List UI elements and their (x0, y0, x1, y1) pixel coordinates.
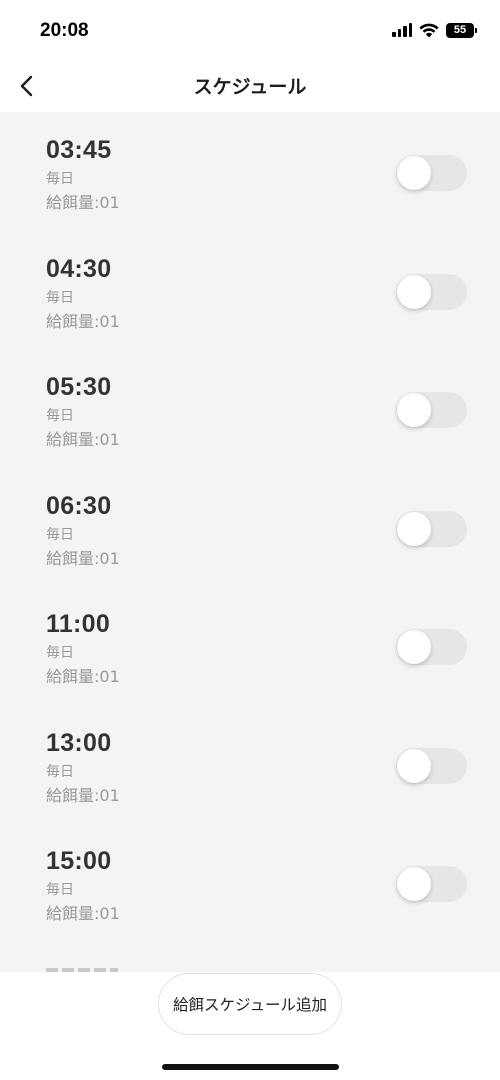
schedule-amount: 給餌量:01 (46, 311, 120, 331)
schedule-amount: 給餌量:01 (46, 193, 120, 212)
toggle-knob (397, 748, 431, 783)
signal-icon (392, 23, 412, 37)
schedule-amount: 給餌量:01 (46, 785, 120, 805)
schedule-toggle[interactable] (396, 392, 467, 428)
page-title: スケジュール (193, 76, 307, 98)
battery-level: 55 (453, 24, 467, 36)
schedule-repeat: 毎日 (46, 289, 74, 306)
schedule-amount: 給餌量:01 (46, 430, 120, 449)
toggle-knob (397, 511, 431, 546)
schedule-toggle[interactable] (396, 273, 467, 310)
schedule-amount: 給餌量:01 (46, 904, 120, 923)
schedule-repeat: 毎日 (46, 645, 74, 661)
schedule-toggle[interactable] (396, 629, 467, 665)
schedule-toggle[interactable] (396, 747, 467, 784)
schedule-time: 06:30 (46, 491, 112, 520)
schedule-repeat: 毎日 (46, 763, 74, 780)
schedule-toggle[interactable] (396, 866, 467, 902)
toggle-knob (397, 156, 431, 190)
home-indicator[interactable] (162, 1064, 339, 1070)
add-schedule-button[interactable]: 給餌スケジュール追加 (158, 973, 342, 1035)
status-icons: 55 (392, 22, 477, 38)
schedule-toggle[interactable] (396, 155, 467, 191)
nav-bar: スケジュール (0, 60, 500, 112)
schedule-item[interactable]: 13:00 毎日 給餌量:01 (0, 705, 500, 824)
toggle-knob (397, 630, 431, 664)
schedule-time: 03:45 (46, 136, 112, 164)
bottom-bar: 給餌スケジュール追加 (0, 972, 500, 1080)
wifi-icon (419, 23, 439, 38)
schedule-toggle[interactable] (396, 510, 467, 547)
toggle-knob (397, 867, 431, 901)
schedule-item[interactable]: 11:00 毎日 給餌量:01 (0, 586, 500, 705)
schedule-item[interactable]: 03:45 毎日 給餌量:01 (0, 112, 500, 231)
schedule-repeat: 毎日 (46, 408, 74, 424)
schedule-time: 15:00 (46, 847, 112, 875)
schedule-item[interactable]: 06:30 毎日 給餌量:01 (0, 468, 500, 587)
schedule-item[interactable]: 04:30 毎日 給餌量:01 (0, 231, 500, 350)
schedule-amount: 給餌量:01 (46, 667, 120, 686)
schedule-repeat: 毎日 (46, 526, 74, 543)
status-bar: 20:08 55 (0, 0, 500, 60)
status-time: 20:08 (40, 20, 89, 41)
schedule-time: 04:30 (46, 254, 112, 283)
toggle-knob (397, 393, 431, 427)
schedule-amount: 給餌量:01 (46, 548, 120, 568)
clipped-schedule-item (46, 968, 146, 972)
schedule-time: 13:00 (46, 728, 112, 757)
schedule-time: 05:30 (46, 373, 112, 401)
schedule-item[interactable]: 15:00 毎日 給餌量:01 (0, 823, 500, 942)
schedule-repeat: 毎日 (46, 882, 74, 898)
battery-icon: 55 (446, 22, 477, 38)
schedule-time: 11:00 (46, 610, 111, 638)
toggle-knob (397, 274, 431, 309)
schedule-item[interactable]: 05:30 毎日 給餌量:01 (0, 349, 500, 468)
schedule-list[interactable]: 03:45 毎日 給餌量:01 04:30 毎日 給餌量:01 05:30 毎日… (0, 112, 500, 972)
schedule-repeat: 毎日 (46, 171, 74, 187)
